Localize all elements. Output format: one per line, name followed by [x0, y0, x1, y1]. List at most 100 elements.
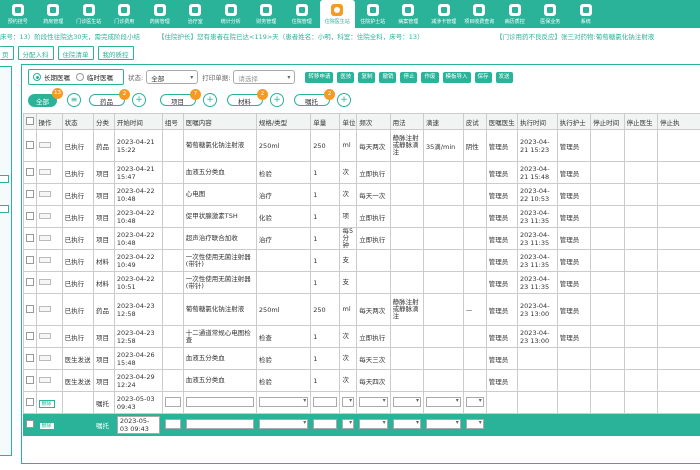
new-order-row[interactable]: 删除 嘱托 2023-05-03 09:43 [23, 391, 700, 414]
row-checkbox[interactable] [23, 369, 37, 392]
side-panel-tab[interactable] [0, 175, 9, 183]
row-action[interactable] [35, 347, 63, 370]
nav-item[interactable]: 药房管理 [142, 0, 178, 28]
delete-button[interactable]: 删除 [35, 413, 63, 436]
row-checkbox[interactable] [23, 325, 37, 348]
row-checkbox[interactable] [23, 293, 37, 326]
add-material-icon[interactable]: + [270, 93, 284, 107]
usage-select[interactable] [389, 413, 425, 436]
temporary-order-radio[interactable]: 临时医嘱 [76, 72, 113, 82]
row-checkbox[interactable] [23, 161, 37, 184]
nav-item[interactable]: 预约挂号 [0, 0, 36, 28]
quantity-input[interactable] [310, 413, 341, 436]
row-action[interactable] [35, 161, 63, 184]
row-action[interactable] [35, 249, 63, 272]
nav-item[interactable]: 系统 [568, 0, 604, 28]
nav-item[interactable]: 住院管理 [284, 0, 320, 28]
delete-button[interactable]: 删除 [35, 391, 63, 414]
copy-button[interactable]: 复制 [358, 71, 376, 83]
row-checkbox[interactable] [23, 347, 37, 370]
row-checkbox[interactable] [23, 227, 37, 250]
usage-select[interactable] [389, 391, 425, 414]
table-row[interactable]: 已执行 材料 2023-04-22 10:51 一次性使用无菌注射器(带针) 1 支 管理员… [23, 271, 700, 294]
add-entrust-icon[interactable]: + [337, 93, 351, 107]
inpatient-list-button[interactable]: 住院清单 [57, 46, 94, 60]
table-row[interactable]: 已执行 项目 2023-04-21 15:47 血液五分类血 检验 1 次立即执行 管理员 20… [23, 161, 700, 184]
status-select[interactable]: 全部 ▾ [146, 70, 199, 84]
row-checkbox[interactable] [23, 271, 37, 294]
row-action[interactable] [35, 325, 63, 348]
start-time-cell[interactable]: 2023-05-03 09:43 [113, 413, 163, 436]
add-drug-icon[interactable]: + [132, 93, 146, 107]
spec-select[interactable] [255, 391, 312, 414]
row-checkbox[interactable] [23, 183, 37, 206]
order-content-input[interactable] [182, 413, 257, 436]
row-action[interactable] [35, 271, 63, 294]
nav-item[interactable]: 药房管理 [36, 0, 72, 28]
order-content-input[interactable] [182, 391, 257, 414]
save-button[interactable]: 保存 [474, 71, 492, 83]
my-qc-button[interactable]: 我的质控 [97, 46, 134, 60]
pill-entrust[interactable]: 嘱托 2 [294, 89, 335, 106]
collapsed-side-panel[interactable] [0, 66, 12, 456]
nav-item[interactable]: 财务管理 [249, 0, 285, 28]
stop-button[interactable]: 停止 [400, 71, 418, 83]
medtech-button[interactable]: 医技 [337, 71, 355, 83]
row-action[interactable] [35, 293, 63, 326]
nav-item[interactable]: 减涉卡管理 [426, 0, 462, 28]
nav-item[interactable]: 门诊医生站 [71, 0, 107, 28]
table-row[interactable]: 已执行 药品 2023-04-21 15:22 葡萄糖氯化钠注射液 250ml 250 ml… [23, 129, 700, 162]
table-row[interactable]: 已执行 项目 2023-04-22 10:48 促甲状腺激素TSH 化验 1 项立即执行 管理… [23, 205, 700, 228]
row-action[interactable] [35, 205, 63, 228]
row-action[interactable] [35, 183, 63, 206]
group-input[interactable] [161, 413, 184, 436]
pill-item[interactable]: 项目 7 [160, 89, 201, 106]
assign-dept-button[interactable]: 分配入科 [17, 46, 54, 60]
skin-test-select[interactable] [462, 413, 487, 436]
quantity-input[interactable] [310, 391, 341, 414]
frequency-select[interactable] [356, 391, 391, 414]
template-import-button[interactable]: 模板导入 [442, 71, 471, 83]
table-row[interactable]: 已执行 药品 2023-04-23 12:58 葡萄糖氯化钠注射液 250ml 250 ml… [23, 293, 700, 326]
side-panel-tab[interactable] [0, 205, 9, 213]
row-action[interactable] [35, 129, 63, 162]
row-checkbox[interactable] [23, 391, 37, 414]
transfer-apply-button[interactable]: 转移申请 [305, 71, 334, 83]
nav-item[interactable]: 统计分析 [213, 0, 249, 28]
pill-material[interactable]: 材料 2 [227, 89, 268, 106]
nav-item[interactable]: 治疗室 [178, 0, 214, 28]
nav-item[interactable]: 住院医生站 [319, 0, 355, 28]
add-item-icon[interactable]: + [203, 93, 217, 107]
pill-drug[interactable]: 药品 2 [89, 89, 130, 106]
unit-select[interactable] [339, 413, 358, 436]
start-time-cell[interactable]: 2023-05-03 09:43 [113, 391, 163, 414]
row-action[interactable] [35, 369, 63, 392]
row-checkbox[interactable] [23, 129, 37, 162]
skin-test-select[interactable] [462, 391, 487, 414]
table-row[interactable]: 医生发送 项目 2023-04-29 12:24 血液五分类血 检验 1 次每天四次 管理员 [23, 369, 700, 392]
row-checkbox[interactable] [23, 413, 37, 436]
row-action[interactable] [35, 227, 63, 250]
drip-speed-select[interactable] [423, 391, 464, 414]
send-button[interactable]: 发送 [495, 71, 513, 83]
nav-item[interactable]: 住院护士站 [355, 0, 391, 28]
list-icon[interactable]: ≡ [67, 93, 81, 107]
nav-item[interactable]: 项目收费查询 [462, 0, 498, 28]
drip-speed-select[interactable] [423, 413, 464, 436]
pill-all[interactable]: 全部 13 [28, 87, 63, 107]
table-row[interactable]: 已执行 项目 2023-04-22 10:48 心电图 治疗 1 次每天一次 管理员 2023-… [23, 183, 700, 206]
table-row[interactable]: 已执行 项目 2023-04-23 12:58 十二通道常规心电图检查 检查 1 次立即执行… [23, 325, 700, 348]
select-all-checkbox[interactable] [23, 113, 37, 130]
nav-item[interactable]: 病案管理 [391, 0, 427, 28]
spec-select[interactable] [255, 413, 312, 436]
nav-item[interactable]: 医保业务 [533, 0, 569, 28]
table-row[interactable]: 医生发送 项目 2023-04-26 15:48 血液五分类血 检验 1 次每天三次 管理员 [23, 347, 700, 370]
revoke-button[interactable]: 撤销 [379, 71, 397, 83]
frequency-select[interactable] [356, 413, 391, 436]
table-row[interactable]: 已执行 项目 2023-04-22 10:48 超声治疗联合加收 治疗 1 每5分钟 立即执行… [23, 227, 700, 250]
table-row[interactable]: 已执行 材料 2023-04-22 10:49 一次性使用无菌注射器(带针) 1 支 管理员… [23, 249, 700, 272]
print-select[interactable]: 请选择 ▾ [233, 70, 296, 84]
group-input[interactable] [161, 391, 184, 414]
nav-item[interactable]: 病历质控 [497, 0, 533, 28]
row-checkbox[interactable] [23, 205, 37, 228]
